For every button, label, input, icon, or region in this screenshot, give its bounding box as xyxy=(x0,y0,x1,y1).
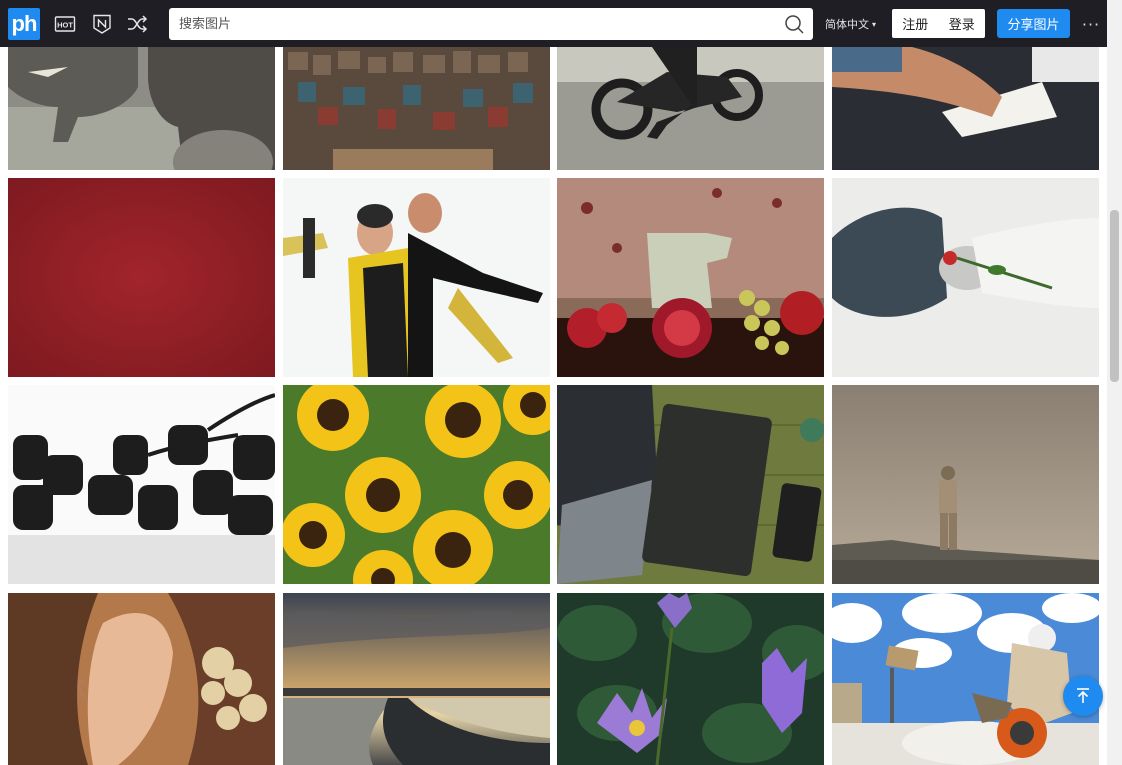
photo-tile-sunset-pier[interactable] xyxy=(283,593,550,765)
photo-tile-elephants[interactable] xyxy=(8,47,275,170)
scrollbar-track[interactable] xyxy=(1107,0,1122,765)
photo-tile-motorcycle[interactable] xyxy=(557,47,824,170)
back-to-top-button[interactable] xyxy=(1063,676,1103,716)
language-label: 简体中文 xyxy=(825,18,869,31)
new-icon[interactable] xyxy=(91,13,113,35)
photo-tile-woman-rose[interactable] xyxy=(832,178,1099,377)
auth-box: 注册 登录 xyxy=(892,9,985,38)
language-selector[interactable]: 简体中文 ▾ xyxy=(825,16,876,32)
search-bar xyxy=(169,8,813,40)
photo-tile-red-texture[interactable] xyxy=(8,178,275,377)
back-to-top-icon xyxy=(1077,688,1089,703)
caret-down-icon: ▾ xyxy=(872,19,877,29)
more-menu-icon[interactable]: ··· xyxy=(1080,13,1102,35)
photo-tile-water-lilies[interactable] xyxy=(557,593,824,765)
search-input[interactable] xyxy=(169,9,783,39)
photo-tile-writing[interactable] xyxy=(832,47,1099,170)
scrollbar-thumb[interactable] xyxy=(1110,210,1119,382)
photo-tile-power-plugs[interactable] xyxy=(8,385,275,584)
site-logo[interactable]: ph xyxy=(8,8,40,40)
photo-tile-devices[interactable] xyxy=(557,385,824,584)
svg-text:HOT: HOT xyxy=(57,21,73,30)
login-button[interactable]: 登录 xyxy=(949,14,975,33)
photo-tile-sunflowers[interactable] xyxy=(283,385,550,584)
shuffle-icon[interactable] xyxy=(126,13,148,35)
photo-tile-skydivers[interactable] xyxy=(283,178,550,377)
register-button[interactable]: 注册 xyxy=(902,14,928,33)
photo-tile-still-life[interactable] xyxy=(557,178,824,377)
hot-icon[interactable]: HOT xyxy=(54,13,76,35)
top-navigation-bar: ph HOT 简体中文 ▾ 注册 xyxy=(0,0,1107,47)
photo-tile-letterpress[interactable] xyxy=(283,47,550,170)
photo-tile-woman-flowers[interactable] xyxy=(8,593,275,765)
photo-tile-soldier[interactable] xyxy=(832,385,1099,584)
photo-tile-concrete-worker[interactable] xyxy=(832,593,1099,765)
search-icon[interactable] xyxy=(783,13,805,35)
share-photo-button[interactable]: 分享图片 xyxy=(997,9,1070,38)
